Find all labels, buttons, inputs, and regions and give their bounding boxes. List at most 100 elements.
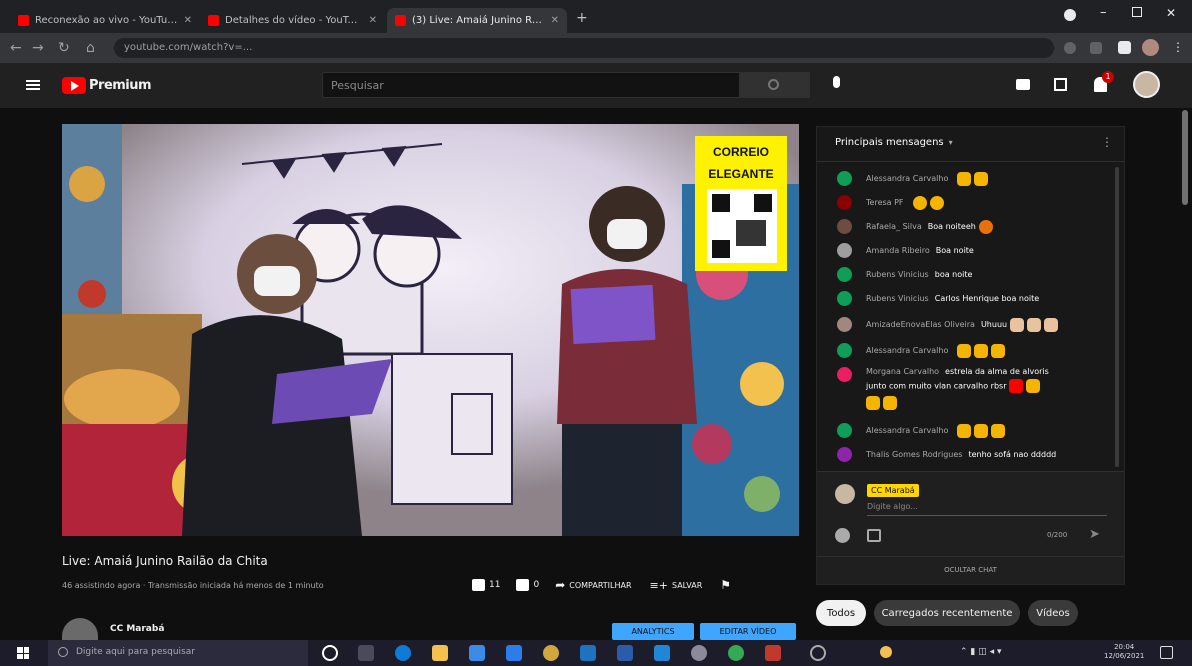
- avatar: [835, 484, 855, 504]
- notification-center-icon[interactable]: [1160, 646, 1173, 659]
- weather-icon[interactable]: [880, 646, 892, 658]
- file-explorer-icon[interactable]: [432, 645, 448, 661]
- chat-input-area: CC Marabá Digite algo... 0/200 ➤ OCULTAR…: [817, 471, 1124, 584]
- chat-author: Teresa PF: [866, 198, 904, 207]
- app-icon[interactable]: [691, 645, 707, 661]
- cortana-icon[interactable]: [322, 645, 338, 661]
- edit-video-button[interactable]: EDITAR VÍDEO: [700, 623, 796, 640]
- emoji-icon: [978, 219, 993, 234]
- chat-text: estrela da alma de alvoris: [945, 367, 1049, 376]
- taskbar-search-input[interactable]: Digite aqui para pesquisar: [48, 640, 308, 666]
- browser-tab[interactable]: Reconexão ao vivo - YouTube ✕: [10, 8, 200, 33]
- channel-name[interactable]: CC Marabá: [110, 624, 164, 634]
- chip-videos[interactable]: Vídeos: [1028, 600, 1078, 626]
- chat-mode-selector[interactable]: Principais mensagens ▾: [835, 137, 953, 148]
- chat-author: Rafaela_ Silva: [866, 222, 922, 231]
- app-icon[interactable]: [580, 645, 596, 661]
- new-tab-button[interactable]: +: [576, 10, 588, 26]
- divider: [817, 161, 1124, 162]
- video-player[interactable]: CORREIO ELEGANTE: [62, 124, 799, 536]
- microphone-icon[interactable]: [833, 76, 840, 88]
- tab-label: (3) Live: Amaiá Junino Railão da C: [412, 15, 545, 26]
- app-icon[interactable]: [617, 645, 633, 661]
- chat-message: Rubens Vinicius Carlos Henrique boa noit…: [837, 291, 1039, 306]
- extension-icon[interactable]: [1090, 42, 1102, 54]
- emoji-icon: [929, 195, 944, 210]
- edge-icon[interactable]: [395, 645, 411, 661]
- search-icon: [768, 79, 779, 90]
- reload-icon[interactable]: ↻: [58, 40, 70, 56]
- create-video-icon[interactable]: [1016, 79, 1030, 90]
- char-count: 0/200: [1047, 531, 1068, 539]
- app-icon[interactable]: [765, 645, 781, 661]
- emoji-icon: [957, 343, 972, 358]
- windows-start-icon[interactable]: [17, 647, 29, 659]
- hide-chat-button[interactable]: OCULTAR CHAT: [817, 566, 1124, 574]
- forward-icon[interactable]: →: [32, 40, 44, 56]
- avatar: [837, 343, 852, 358]
- avatar[interactable]: [1142, 39, 1159, 56]
- close-tab-icon[interactable]: ✕: [363, 15, 377, 26]
- windows-taskbar: Digite aqui para pesquisar ⌃ ▮ ◫ ◂ ▾ 20:…: [0, 640, 1192, 666]
- chat-message: Teresa PF: [837, 195, 944, 210]
- chat-message: Alessandra Carvalho: [837, 343, 1006, 358]
- extension-icon[interactable]: [1064, 42, 1076, 54]
- avatar: [837, 219, 852, 234]
- url-text: youtube.com/watch?v=...: [124, 42, 253, 53]
- task-view-icon[interactable]: [358, 645, 374, 661]
- share-button[interactable]: ➦ COMPARTILHAR: [555, 578, 631, 592]
- chat-message: AmizadeEnovaElas Oliveira Uhuuu: [837, 317, 1059, 332]
- tab-label: Detalhes do vídeo - YouTube St: [225, 15, 363, 26]
- address-bar[interactable]: youtube.com/watch?v=...: [114, 38, 1054, 58]
- clock[interactable]: 20:04 12/06/2021: [1104, 643, 1144, 661]
- like-button[interactable]: 11: [472, 579, 500, 591]
- close-tab-icon[interactable]: ✕: [178, 15, 192, 26]
- sign-line-2: ELEGANTE: [708, 167, 773, 181]
- clock-date: 12/06/2021: [1104, 652, 1145, 660]
- account-avatar[interactable]: [1133, 71, 1160, 98]
- minimize-icon[interactable]: –: [1100, 5, 1107, 20]
- home-icon[interactable]: ⌂: [86, 40, 95, 56]
- page-scrollbar[interactable]: [1182, 110, 1188, 205]
- chat-input[interactable]: Digite algo...: [867, 502, 1107, 516]
- more-options-icon[interactable]: ⋮: [1101, 135, 1113, 149]
- send-icon[interactable]: ➤: [1089, 527, 1100, 542]
- play-logo-icon: [62, 77, 86, 94]
- chat-author: Rubens Vinicius: [866, 294, 929, 303]
- youtube-logo[interactable]: Premium: [62, 77, 152, 94]
- app-icon[interactable]: [810, 645, 826, 661]
- close-window-icon[interactable]: ✕: [1166, 6, 1176, 20]
- browser-tab-active[interactable]: (3) Live: Amaiá Junino Railão da C ✕: [387, 8, 567, 33]
- search-input[interactable]: Pesquisar: [322, 72, 740, 98]
- mail-icon[interactable]: [506, 645, 522, 661]
- browser-toolbar: ← → ↻ ⌂ youtube.com/watch?v=... ⋮: [0, 33, 1192, 63]
- chip-recently-uploaded[interactable]: Carregados recentemente: [874, 600, 1020, 626]
- dislike-count: 0: [533, 580, 540, 590]
- store-icon[interactable]: [469, 645, 485, 661]
- apps-grid-icon[interactable]: [1054, 78, 1067, 91]
- browser-tab[interactable]: Detalhes do vídeo - YouTube St ✕: [200, 8, 385, 33]
- chevron-down-icon: ▾: [948, 138, 953, 147]
- app-icon[interactable]: [654, 645, 670, 661]
- close-tab-icon[interactable]: ✕: [545, 15, 559, 26]
- super-chat-icon[interactable]: [867, 529, 881, 542]
- hamburger-menu-icon[interactable]: [26, 80, 40, 90]
- tray-icons[interactable]: ⌃ ▮ ◫ ◂ ▾: [960, 647, 1001, 657]
- chip-all[interactable]: Todos: [816, 600, 866, 626]
- profile-icon[interactable]: [1064, 9, 1076, 21]
- maximize-icon[interactable]: [1132, 7, 1142, 17]
- back-icon[interactable]: ←: [10, 40, 22, 56]
- save-button[interactable]: ≡+ SALVAR: [650, 579, 703, 592]
- analytics-button[interactable]: ANALYTICS: [612, 623, 694, 640]
- dislike-button[interactable]: 0: [516, 579, 539, 591]
- report-flag-icon[interactable]: ⚑: [720, 578, 731, 592]
- menu-icon[interactable]: ⋮: [1172, 40, 1184, 54]
- app-icon[interactable]: [543, 645, 559, 661]
- puzzle-icon[interactable]: [1118, 41, 1131, 54]
- chrome-icon[interactable]: [728, 645, 744, 661]
- search-button[interactable]: [740, 72, 810, 98]
- channel-avatar[interactable]: [62, 618, 98, 640]
- emoji-picker-icon[interactable]: [835, 528, 850, 543]
- chat-message: Rafaela_ Silva Boa noiteeh: [837, 219, 993, 234]
- chat-scrollbar[interactable]: [1115, 167, 1119, 467]
